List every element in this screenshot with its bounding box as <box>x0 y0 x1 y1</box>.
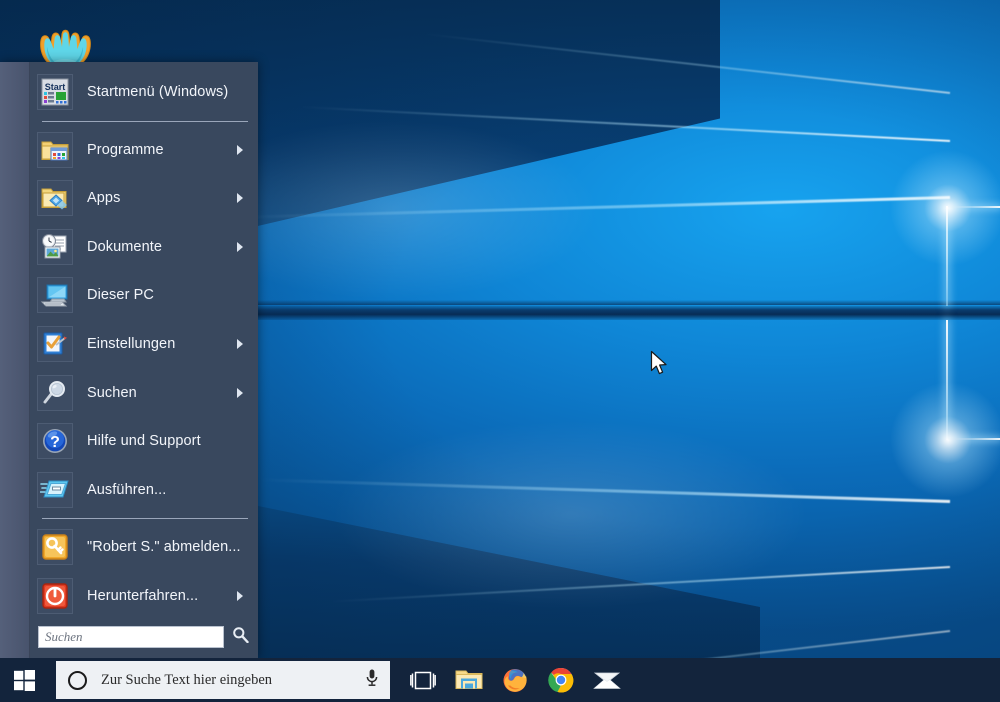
menu-item-apps[interactable]: Apps <box>30 174 258 223</box>
settings-icon-glyph <box>40 331 70 357</box>
menu-item-label: Suchen <box>87 385 237 401</box>
svg-text:?: ? <box>50 434 60 451</box>
start-menu-search-row: Suchen <box>30 620 258 658</box>
menu-separator-2 <box>42 518 248 519</box>
shutdown-icon-glyph <box>41 582 69 610</box>
this-pc-icon <box>37 277 73 313</box>
start-button[interactable] <box>0 658 48 702</box>
start-menu-search-placeholder: Suchen <box>45 629 83 645</box>
start-menu-sidebar: Windows 10 Pro <box>0 62 30 658</box>
windows-logo-icon <box>14 670 35 691</box>
apps-folder-icon <box>37 180 73 216</box>
firefox-icon <box>502 667 528 693</box>
menu-item-label: Dokumente <box>87 239 237 255</box>
mail-button[interactable] <box>584 658 630 702</box>
task-view-icon <box>410 671 436 690</box>
logoff-key-icon <box>37 529 73 565</box>
run-icon <box>37 472 73 508</box>
menu-item-dieser-pc[interactable]: Dieser PC <box>30 271 258 320</box>
programs-folder-icon <box>37 132 73 168</box>
chevron-right-icon <box>237 591 243 601</box>
start-menu-search-icon[interactable] <box>230 626 250 648</box>
shutdown-icon <box>37 578 73 614</box>
chevron-right-icon <box>237 145 243 155</box>
chevron-right-icon <box>237 339 243 349</box>
menu-item-label: Hilfe und Support <box>87 433 250 449</box>
apps-folder-icon-glyph <box>40 185 70 211</box>
mail-envelope-icon <box>593 670 621 691</box>
start-menu-icon: Start <box>37 74 73 110</box>
start-menu-item-list: Start Startmenü (Windows) <box>30 62 258 658</box>
menu-item-ausfuehren[interactable]: Ausführen... <box>30 465 258 514</box>
file-explorer-icon <box>455 668 483 692</box>
menu-item-dokumente[interactable]: Dokumente <box>30 223 258 272</box>
start-menu-search-input[interactable]: Suchen <box>38 626 224 648</box>
menu-item-label: Ausführen... <box>87 482 250 498</box>
microphone-icon[interactable] <box>364 668 380 693</box>
menu-item-label: Herunterfahren... <box>87 588 237 604</box>
menu-item-abmelden[interactable]: "Robert S." abmelden... <box>30 523 258 572</box>
chrome-button[interactable] <box>538 658 584 702</box>
menu-item-herunterfahren[interactable]: Herunterfahren... <box>30 571 258 620</box>
menu-item-label: Apps <box>87 190 237 206</box>
taskbar-buttons <box>400 658 630 702</box>
run-icon-glyph <box>40 478 70 502</box>
menu-item-hilfe-und-support[interactable]: ? Hilfe und Support <box>30 417 258 466</box>
chrome-icon <box>548 667 574 693</box>
menu-item-einstellungen[interactable]: Einstellungen <box>30 320 258 369</box>
programs-folder-icon-glyph <box>40 137 70 163</box>
chevron-right-icon <box>237 193 243 203</box>
menu-item-startmenu-windows[interactable]: Start Startmenü (Windows) <box>30 68 258 117</box>
menu-item-label: Einstellungen <box>87 336 237 352</box>
menu-item-label: "Robert S." abmelden... <box>87 539 250 555</box>
microphone-icon-glyph <box>364 668 380 688</box>
chevron-right-icon <box>237 242 243 252</box>
documents-icon-glyph <box>40 233 70 261</box>
menu-item-label: Programme <box>87 142 237 158</box>
help-support-icon-glyph: ? <box>41 427 69 455</box>
chevron-right-icon <box>237 388 243 398</box>
settings-icon <box>37 326 73 362</box>
task-view-button[interactable] <box>400 658 446 702</box>
taskbar-search-input[interactable]: Zur Suche Text hier eingeben <box>56 661 390 699</box>
file-explorer-button[interactable] <box>446 658 492 702</box>
search-magnifier-icon <box>37 375 73 411</box>
this-pc-icon-glyph <box>40 282 70 308</box>
help-support-icon: ? <box>37 423 73 459</box>
cortana-circle-icon <box>68 671 87 690</box>
firefox-button[interactable] <box>492 658 538 702</box>
svg-text:Start: Start <box>45 82 66 92</box>
start-menu-icon-glyph: Start <box>41 78 69 106</box>
documents-icon <box>37 229 73 265</box>
menu-item-suchen[interactable]: Suchen <box>30 368 258 417</box>
search-magnifier-icon-glyph <box>41 380 69 406</box>
menu-item-label: Dieser PC <box>87 287 250 303</box>
taskbar: Zur Suche Text hier eingeben <box>0 658 1000 702</box>
taskbar-search-placeholder: Zur Suche Text hier eingeben <box>101 672 364 689</box>
menu-item-label: Startmenü (Windows) <box>87 84 250 100</box>
logoff-key-icon-glyph <box>41 533 69 561</box>
classic-shell-start-menu[interactable]: Windows 10 Pro Start Startmenü (Windows) <box>0 62 258 658</box>
menu-item-programme[interactable]: Programme <box>30 126 258 175</box>
search-magnifier-icon-glyph <box>232 626 249 643</box>
menu-separator-1 <box>42 121 248 122</box>
